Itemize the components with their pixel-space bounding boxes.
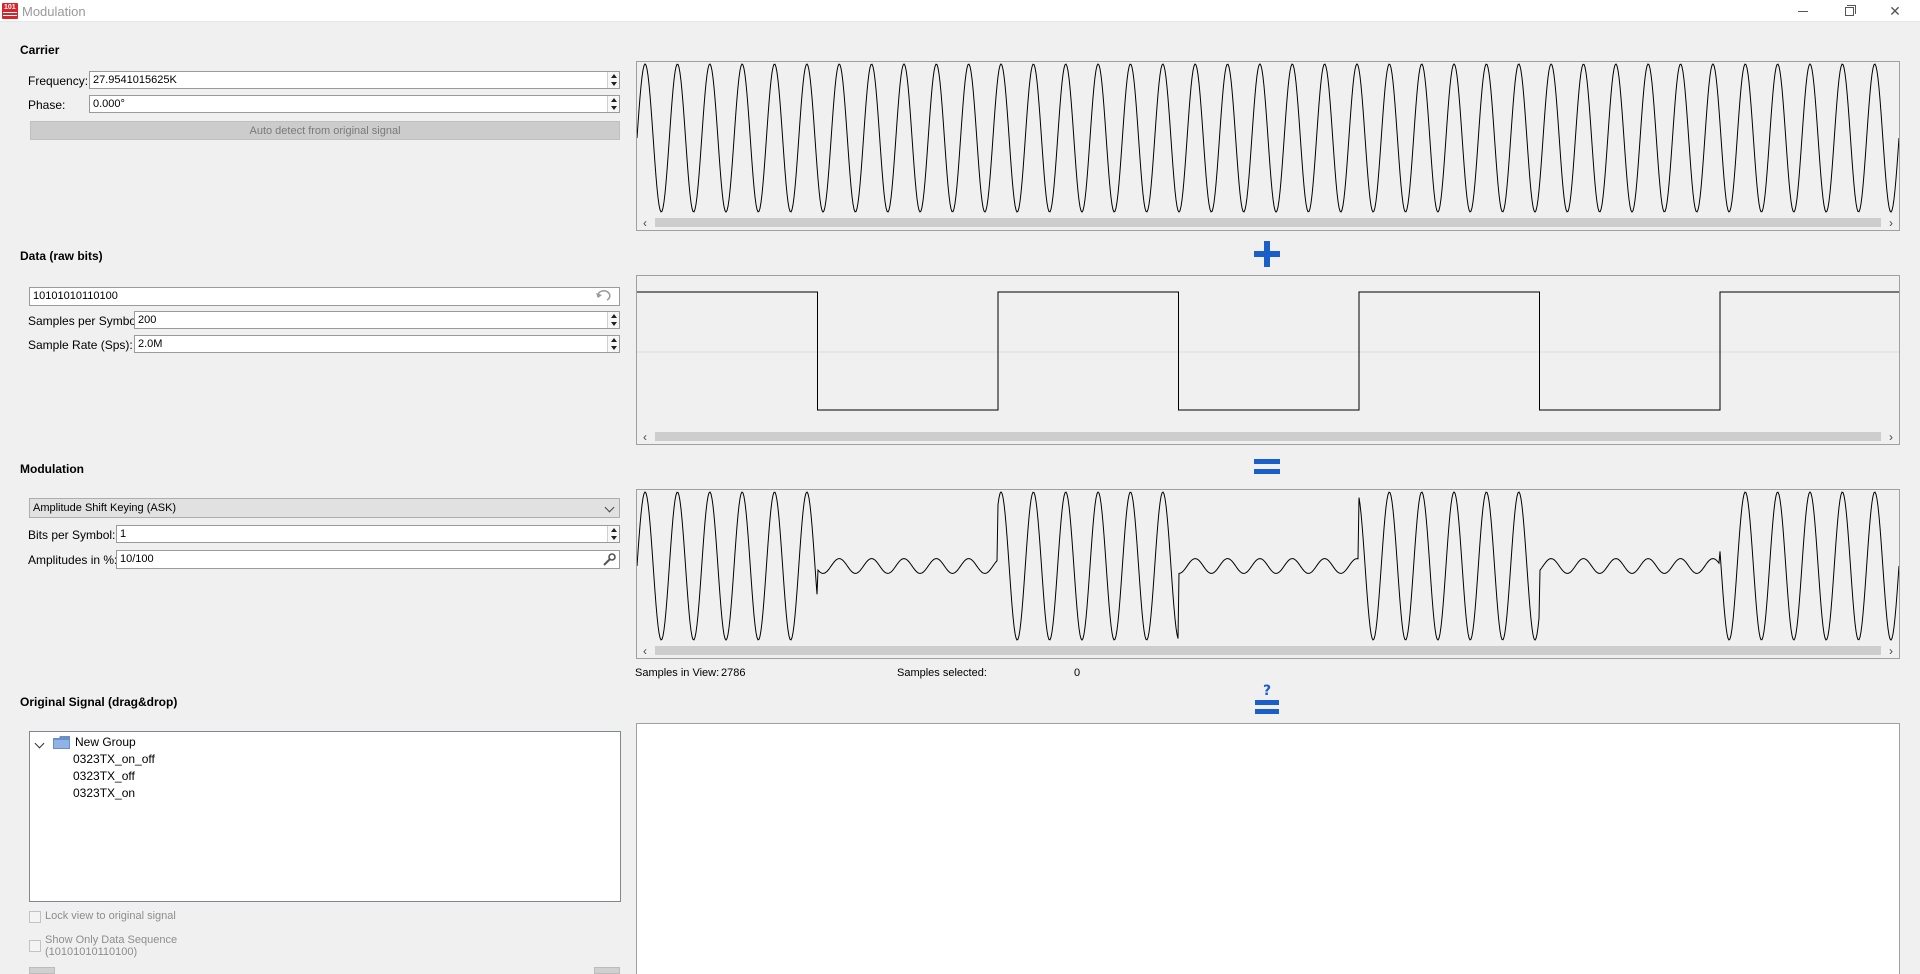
frequency-label: Frequency: (28, 74, 89, 88)
show-only-label-line2: (10101010110100) (45, 946, 138, 958)
bits-per-symbol-label: Bits per Symbol: (28, 528, 116, 542)
amplitudes-value: 10/100 (120, 553, 154, 565)
samples-in-view-value: 2786 (721, 667, 746, 679)
bits-per-symbol-field[interactable]: 1 (116, 525, 620, 543)
bits-line (637, 291, 1899, 411)
equals-icon (1254, 459, 1280, 474)
lock-view-checkbox[interactable] (29, 911, 41, 923)
close-icon: ✕ (1889, 2, 1901, 19)
app-icon: 101 (2, 3, 18, 19)
question-equals-icon: ? (1255, 683, 1279, 714)
scroll-left-icon[interactable]: ‹ (637, 429, 653, 444)
minimize-button[interactable] (1780, 0, 1826, 22)
samples-per-symbol-label: Samples per Symbol: (28, 314, 143, 328)
data-graph-view[interactable]: ‹ › (636, 275, 1900, 445)
amplitudes-field[interactable]: 10/100 (116, 550, 620, 569)
chevron-down-icon[interactable] (34, 738, 45, 749)
original-signal-view[interactable] (636, 723, 1900, 974)
restore-icon (1844, 4, 1856, 16)
samples-per-symbol-spinner[interactable] (607, 312, 619, 328)
modulated-line (637, 491, 1899, 641)
frequency-field[interactable]: 27.9541015625K (89, 71, 620, 89)
carrier-section-title: Carrier (20, 43, 60, 57)
tree-item[interactable]: 0323TX_off (73, 769, 135, 783)
sample-rate-label: Sample Rate (Sps): (28, 338, 133, 352)
scroll-left-icon[interactable]: ‹ (637, 215, 653, 230)
sample-rate-value: 2.0M (138, 338, 163, 350)
close-button[interactable]: ✕ (1872, 0, 1918, 22)
signal-tree[interactable]: New Group 0323TX_on_off 0323TX_off 0323T… (29, 731, 621, 902)
modulation-section-title: Modulation (20, 462, 84, 476)
title-bar: 101 Modulation ✕ (0, 0, 1920, 22)
bits-input[interactable]: 10101010110100 (29, 287, 620, 306)
undo-icon[interactable] (595, 290, 613, 302)
modulated-scrollbar[interactable]: ‹ › (637, 643, 1899, 658)
auto-detect-button[interactable]: Auto detect from original signal (30, 121, 620, 140)
carrier-scrollbar[interactable]: ‹ › (637, 215, 1899, 230)
carrier-graph-view[interactable]: ‹ › (636, 61, 1900, 231)
modulated-graph-view[interactable]: ‹ › (636, 489, 1900, 659)
group-name: New Group (75, 735, 136, 749)
modulated-waveform (637, 491, 1899, 641)
samples-selected-label: Samples selected: (897, 667, 987, 679)
restore-button[interactable] (1826, 0, 1872, 22)
bits-value: 10101010110100 (33, 290, 118, 302)
sample-rate-field[interactable]: 2.0M (134, 335, 620, 353)
scroll-right-icon[interactable]: › (1883, 643, 1899, 658)
modulation-type-select[interactable]: Amplitude Shift Keying (ASK) (29, 498, 620, 518)
minimize-icon (1798, 10, 1808, 12)
phase-field[interactable]: 0.000° (89, 95, 620, 113)
svg-text:?: ? (1263, 683, 1271, 699)
show-only-checkbox[interactable] (29, 940, 41, 952)
modulation-type-value: Amplitude Shift Keying (ASK) (33, 502, 177, 514)
tree-item[interactable]: 0323TX_on_off (73, 752, 155, 766)
show-only-label-line1: Show Only Data Sequence (45, 934, 178, 946)
bottom-right-button[interactable] (594, 967, 620, 974)
sample-rate-spinner[interactable] (607, 336, 619, 352)
tree-item[interactable]: 0323TX_on (73, 786, 135, 800)
original-signal-section-title: Original Signal (drag&drop) (20, 695, 178, 709)
wrench-icon[interactable] (602, 553, 616, 567)
carrier-waveform (637, 63, 1899, 213)
carrier-line (637, 63, 1899, 213)
frequency-value: 27.9541015625K (93, 74, 177, 86)
bits-per-symbol-spinner[interactable] (607, 526, 619, 542)
samples-selected-value: 0 (1074, 667, 1081, 679)
plus-icon (1254, 241, 1280, 267)
phase-value: 0.000° (93, 98, 125, 110)
samples-per-symbol-value: 200 (138, 314, 157, 326)
window-title: Modulation (22, 4, 86, 19)
scroll-right-icon[interactable]: › (1883, 429, 1899, 444)
bottom-left-button[interactable] (29, 967, 55, 974)
chevron-down-icon (604, 502, 615, 513)
phase-label: Phase: (28, 98, 66, 112)
data-section-title: Data (raw bits) (20, 249, 103, 263)
bits-per-symbol-value: 1 (120, 528, 127, 540)
tree-group-row[interactable]: New Group (30, 732, 620, 752)
frequency-spinner[interactable] (607, 72, 619, 88)
scroll-track[interactable] (655, 646, 1881, 655)
scroll-track[interactable] (655, 432, 1881, 441)
samples-per-symbol-field[interactable]: 200 (134, 311, 620, 329)
data-scrollbar[interactable]: ‹ › (637, 429, 1899, 444)
scroll-left-icon[interactable]: ‹ (637, 643, 653, 658)
scroll-track[interactable] (655, 218, 1881, 227)
scroll-right-icon[interactable]: › (1883, 215, 1899, 230)
lock-view-label: Lock view to original signal (45, 910, 176, 922)
folder-icon (53, 736, 70, 749)
amplitudes-label: Amplitudes in %: (28, 553, 118, 567)
samples-in-view-label: Samples in View: (635, 667, 720, 679)
phase-spinner[interactable] (607, 96, 619, 112)
data-bits-waveform (637, 291, 1899, 411)
